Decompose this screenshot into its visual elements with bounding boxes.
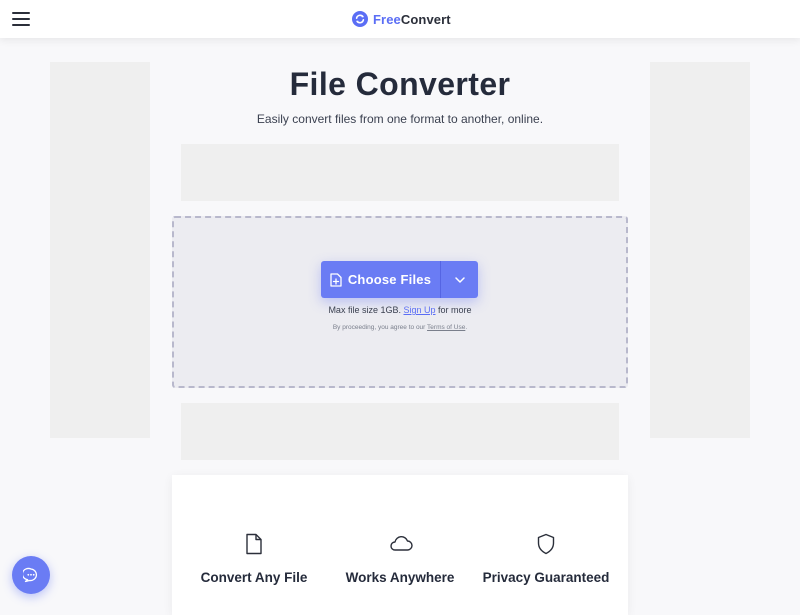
top-navbar: FreeConvert bbox=[0, 0, 800, 38]
bottom-ad-banner bbox=[181, 403, 619, 460]
chat-bubble-icon bbox=[23, 567, 38, 583]
terms-note: By proceeding, you agree to our Terms of… bbox=[0, 324, 800, 331]
brand-logo[interactable]: FreeConvert bbox=[352, 10, 451, 28]
max-file-size-note: Max file size 1GB. Sign Up for more bbox=[0, 305, 800, 315]
brand-name-convert: Convert bbox=[400, 11, 451, 27]
file-icon bbox=[246, 533, 262, 555]
freeconvert-logo-icon bbox=[352, 11, 368, 27]
chevron-down-icon bbox=[454, 276, 465, 283]
cloud-icon bbox=[390, 536, 413, 551]
file-plus-icon bbox=[330, 272, 342, 287]
shield-icon bbox=[537, 533, 555, 555]
feature-label: Privacy Guaranteed bbox=[482, 570, 610, 585]
feature-label: Works Anywhere bbox=[345, 570, 455, 585]
chat-button[interactable] bbox=[12, 556, 50, 594]
signup-link[interactable]: Sign Up bbox=[403, 305, 435, 315]
feature-label: Convert Any File bbox=[200, 570, 308, 585]
features-card: Convert Any File Works Anywhere Privacy … bbox=[172, 475, 628, 615]
choose-files-label: Choose Files bbox=[347, 272, 432, 287]
terms-suffix-text: . bbox=[465, 324, 468, 331]
file-dropzone[interactable] bbox=[172, 216, 628, 388]
top-ad-banner bbox=[181, 144, 619, 201]
page-subtitle: Easily convert files from one format to … bbox=[256, 112, 544, 126]
page-title: File Converter bbox=[289, 66, 511, 102]
choose-files-button-group: Choose Files bbox=[321, 261, 478, 298]
max-size-text: Max file size 1GB. bbox=[328, 305, 401, 315]
upload-source-dropdown[interactable] bbox=[441, 261, 478, 298]
brand-name-free: Free bbox=[373, 11, 401, 27]
terms-of-use-link[interactable]: Terms of Use bbox=[427, 324, 465, 331]
for-more-text: for more bbox=[438, 305, 472, 315]
hamburger-menu-icon[interactable] bbox=[12, 11, 30, 27]
terms-prefix-text: By proceeding, you agree to our bbox=[332, 324, 426, 331]
choose-files-button[interactable]: Choose Files bbox=[321, 261, 440, 298]
